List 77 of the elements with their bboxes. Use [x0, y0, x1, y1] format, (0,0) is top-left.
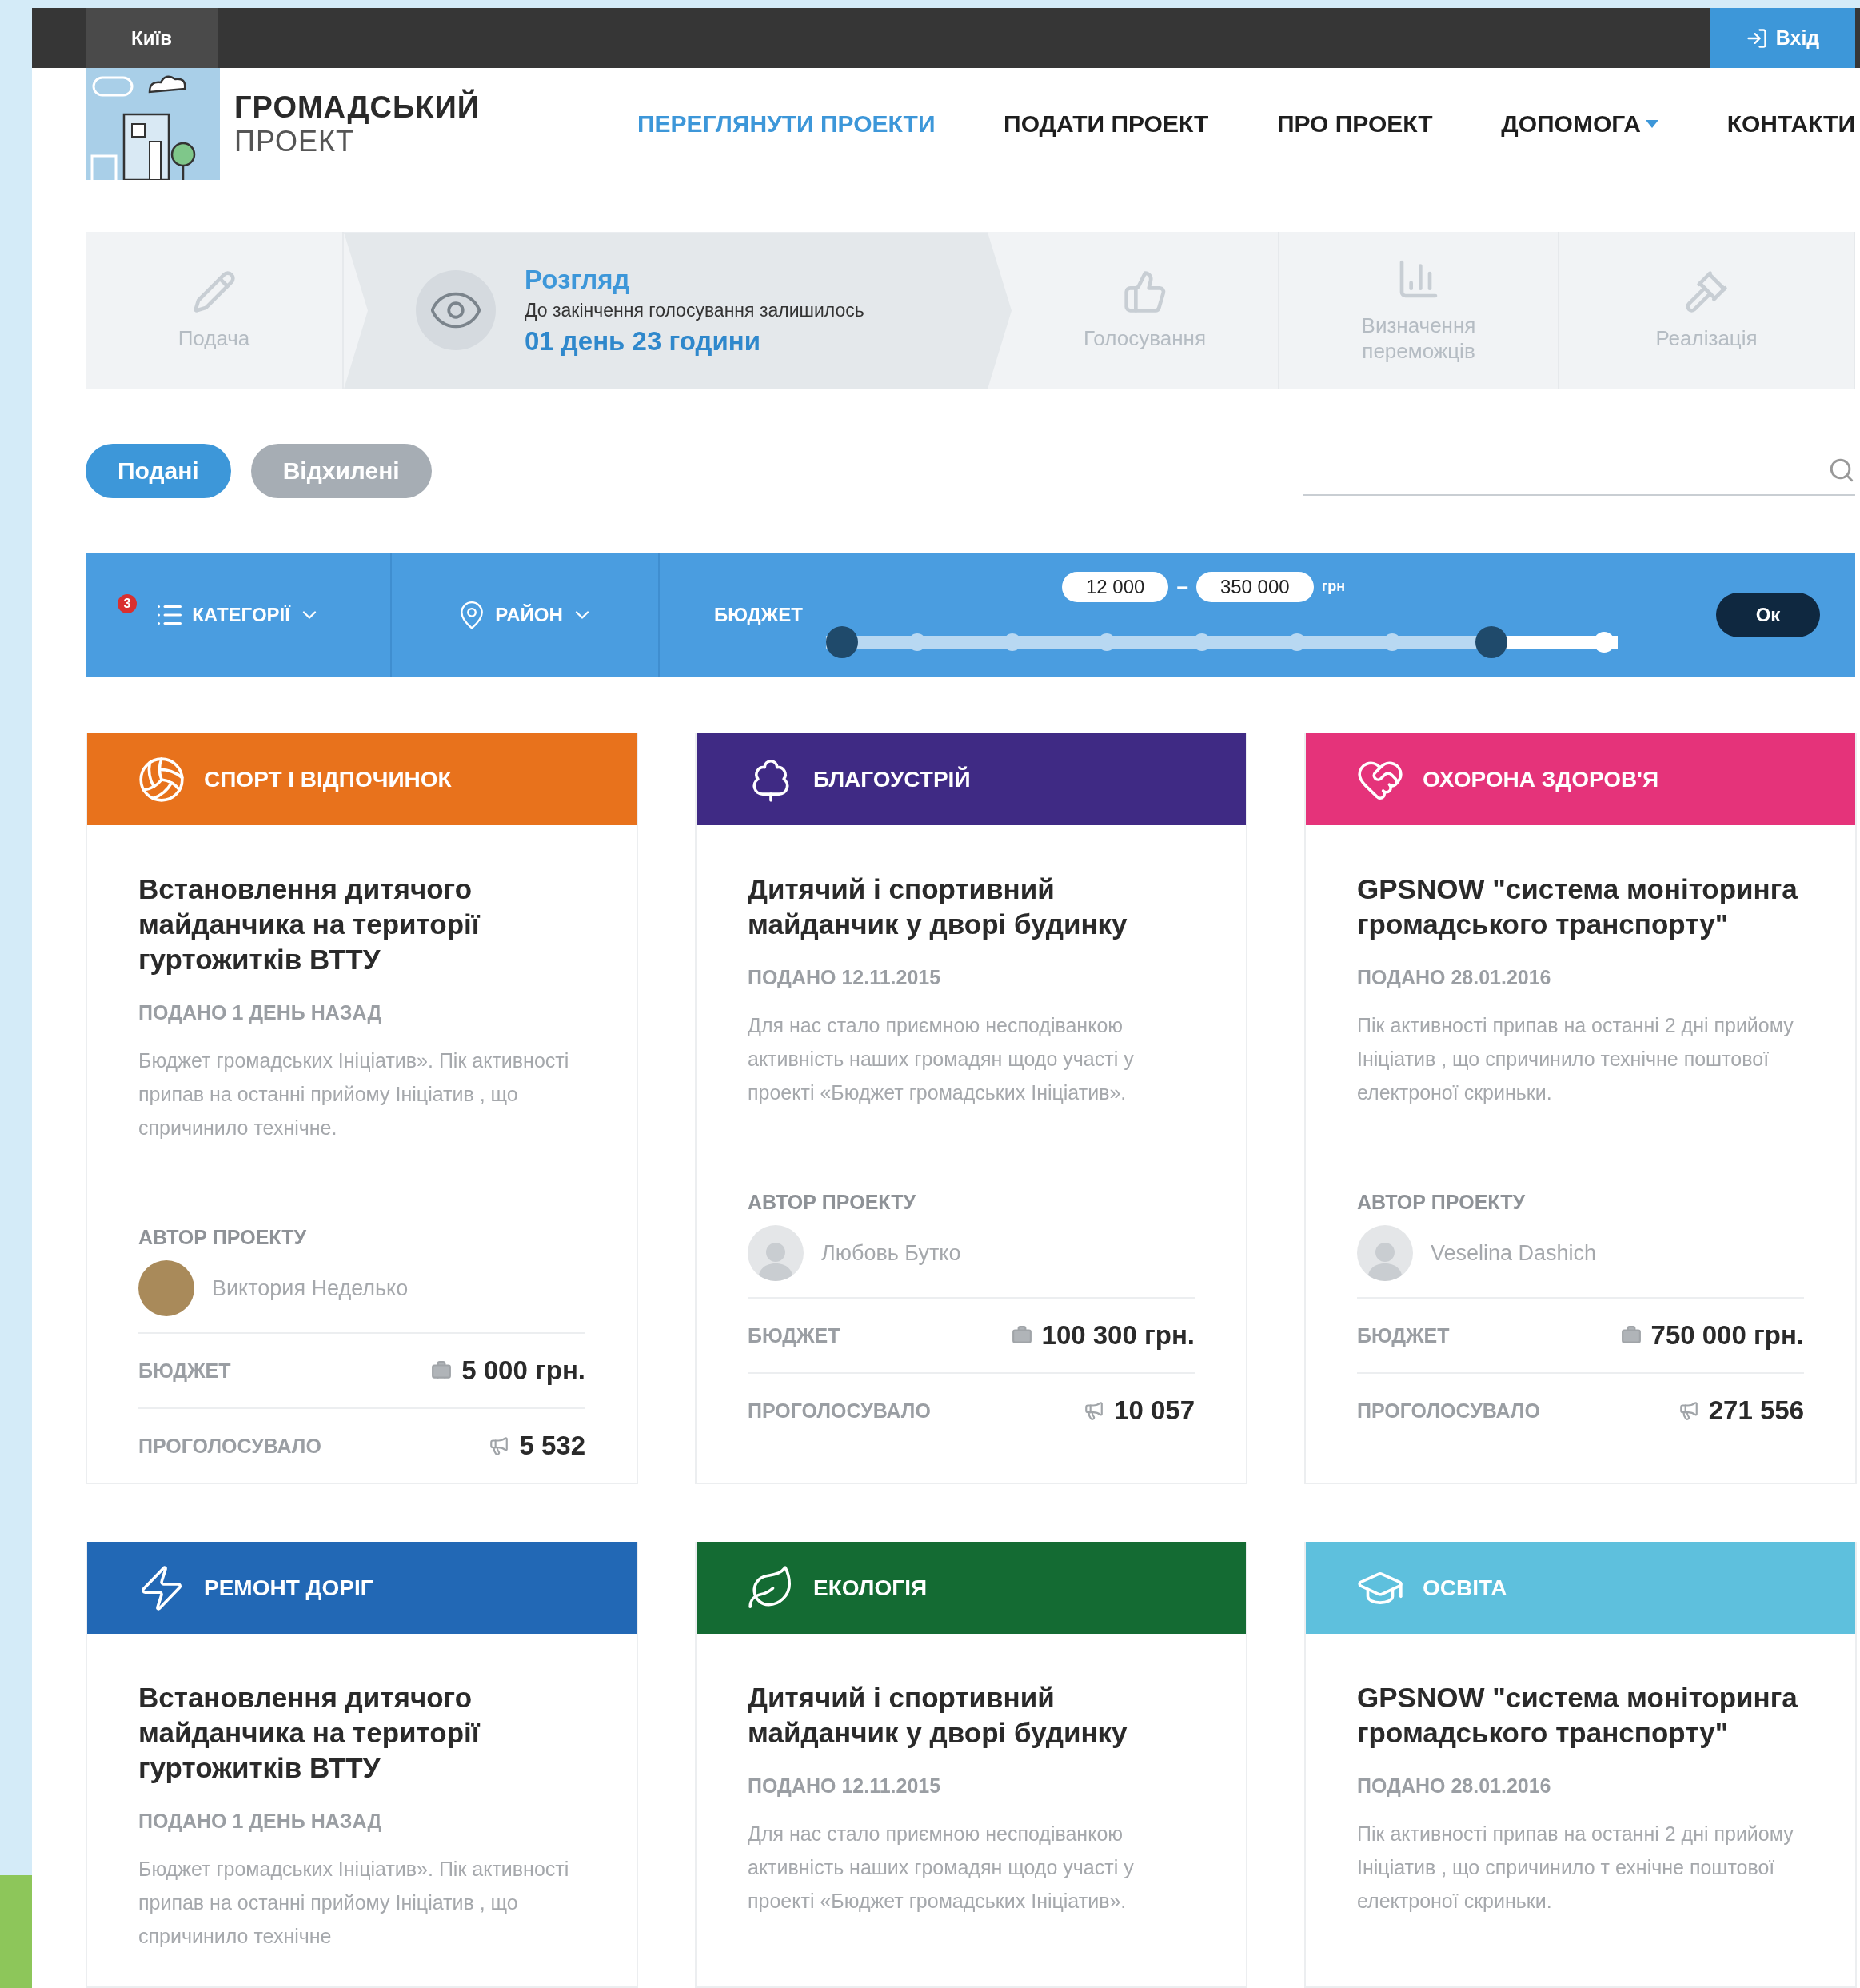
author-name: Виктория Неделько	[212, 1275, 409, 1301]
category-label: БЛАГОУСТРІЙ	[813, 766, 971, 792]
city-tab[interactable]: Київ	[86, 8, 218, 69]
stage-label: Реалізація	[1654, 325, 1758, 352]
briefcase-icon	[1620, 1325, 1642, 1346]
votes-value: 10 057	[1114, 1395, 1195, 1426]
category-label: ОСВІТА	[1423, 1575, 1507, 1601]
nav-link[interactable]: ПОДАТИ ПРОЕКТ	[1004, 110, 1209, 138]
currency-label: грн	[1321, 578, 1345, 595]
submitted-date: ПОДАНО 12.11.2015	[748, 1774, 942, 1798]
briefcase-icon	[1011, 1325, 1032, 1346]
briefcase-icon	[431, 1360, 453, 1381]
votes-label: ПРОГОЛОСУВАЛО	[1357, 1399, 1540, 1423]
project-title[interactable]: Встановлення дитячого майданчика на території гуртожитків ВТТУ	[138, 1680, 585, 1786]
stage-label: Визначення переможців	[1360, 313, 1477, 365]
category-label: ЕКОЛОГІЯ	[813, 1575, 928, 1601]
count-badge: 3	[118, 593, 137, 613]
logo-title: ГРОМАДСЬКИЙ	[234, 90, 481, 125]
login-icon	[1745, 26, 1768, 50]
project-description: Пік активності припав на останні 2 дні прийому Ініціатив , що спричинило технічне поштової електроної скриньки.	[1357, 1013, 1794, 1105]
nav-link[interactable]: КОНТАКТИ	[1726, 110, 1855, 138]
project-description: Бюджет громадських Ініціатив». Пік активності припав на останні прийому Ініціатив , що спричинило технічне.	[138, 1048, 570, 1140]
votes-value: 5 532	[519, 1431, 585, 1461]
budget-label: БЮДЖЕТ	[1357, 1323, 1450, 1347]
budget-label: БЮДЖЕТ	[748, 1323, 840, 1347]
votes-value: 271 556	[1708, 1395, 1804, 1426]
author-name: Veselina Dashich	[1431, 1240, 1597, 1266]
project-title[interactable]: Дитячий і спортивний майданчик у дворі будинку	[748, 1680, 1195, 1750]
project-description: Для нас стало приємною несподіванкою активність наших громадян щодо участі у проекті «Бюджет громадських Ініціатив».	[748, 1822, 1135, 1914]
thumbs-up-icon	[1122, 269, 1167, 315]
author-name: Любовь Бутко	[821, 1240, 961, 1266]
submitted-date: ПОДАНО 12.11.2015	[748, 966, 942, 989]
project-title[interactable]: GPSNOW "система моніторинга громадського транспорту"	[1357, 872, 1804, 942]
budget-label: БЮДЖЕТ	[714, 603, 804, 626]
stage-label: Подача	[177, 325, 251, 352]
categories-dropdown[interactable]: 3 КАТЕГОРІЇ	[86, 552, 392, 677]
author-label: АВТОР ПРОЕКТУ	[138, 1226, 307, 1249]
budget-label: БЮДЖЕТ	[138, 1359, 231, 1383]
megaphone-icon	[1678, 1400, 1699, 1421]
pencil-icon	[191, 269, 237, 315]
ok-button[interactable]: Ок	[1716, 592, 1820, 637]
nav-link[interactable]: ДОПОМОГА	[1501, 110, 1658, 138]
min-value: 12 000	[1062, 571, 1169, 602]
budget-value: 100 300 грн.	[1041, 1320, 1195, 1351]
votes-label: ПРОГОЛОСУВАЛО	[138, 1434, 321, 1458]
submitted-date: ПОДАНО 1 ДЕНЬ НАЗАД	[138, 1001, 383, 1024]
range-dash: –	[1176, 574, 1188, 599]
category-label: ОХОРОНА ЗДОРОВ'Я	[1423, 766, 1659, 792]
nav-link[interactable]: ПРО ПРОЕКТ	[1276, 110, 1433, 138]
project-title[interactable]: Встановлення дитячого майданчика на території гуртожитків ВТТУ	[138, 872, 585, 977]
submitted-date: ПОДАНО 1 ДЕНЬ НАЗАД	[138, 1810, 383, 1833]
budget-value: 5 000 грн.	[461, 1355, 585, 1386]
submitted-date: ПОДАНО 28.01.2016	[1357, 1774, 1552, 1798]
megaphone-icon	[489, 1435, 510, 1456]
project-description: Бюджет громадських Ініціатив». Пік активності припав на останні прийому Ініціатив , що спричинило технічне	[138, 1857, 570, 1949]
stage-title: Розгляд	[525, 264, 631, 295]
max-value: 350 000	[1195, 571, 1314, 602]
author-label: АВТОР ПРОЕКТУ	[1357, 1191, 1526, 1214]
votes-label: ПРОГОЛОСУВАЛО	[748, 1399, 931, 1423]
stage-note: До закінчення голосування залишилось	[525, 299, 864, 321]
megaphone-icon	[1084, 1400, 1105, 1421]
project-title[interactable]: GPSNOW "система моніторинга громадського транспорту"	[1357, 1680, 1804, 1750]
project-description: Пік активності припав на останні 2 дні прийому Ініціатив , що спричинило т ехнічне поштової електроної скриньки.	[1357, 1822, 1794, 1914]
logo-subtitle: ПРОЕКТ	[234, 124, 356, 158]
slider-handle[interactable]	[1475, 625, 1507, 658]
category-label: СПОРТ І ВІДПОЧИНОК	[204, 766, 452, 792]
slider-handle[interactable]	[826, 625, 858, 658]
stage-label: Голосування	[1083, 325, 1207, 352]
project-description: Для нас стало приємною несподіванкою активність наших громадян щодо участі у проекті «Бюджет громадських Ініціатив».	[748, 1013, 1135, 1105]
caret-icon	[1646, 120, 1658, 129]
gavel-icon	[1684, 269, 1729, 315]
budget-value: 750 000 грн.	[1650, 1320, 1804, 1351]
project-title[interactable]: Дитячий і спортивний майданчик у дворі будинку	[748, 872, 1195, 942]
submitted-date: ПОДАНО 28.01.2016	[1357, 966, 1552, 989]
author-label: АВТОР ПРОЕКТУ	[748, 1191, 916, 1214]
countdown: 01 день 23 години	[525, 325, 761, 357]
category-label: РЕМОНТ ДОРІГ	[204, 1575, 373, 1601]
